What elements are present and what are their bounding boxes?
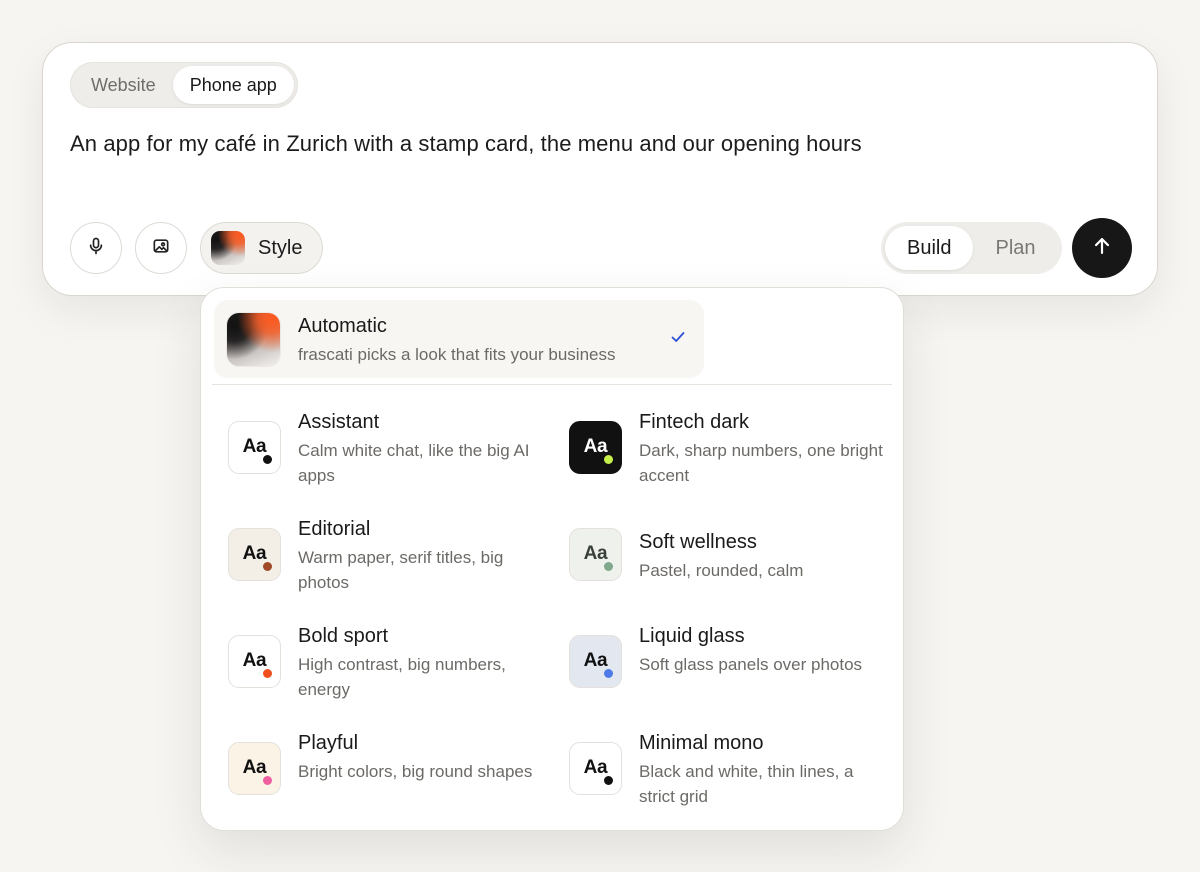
style-option-description: Warm paper, serif titles, big photos xyxy=(298,548,504,592)
style-option-description: High contrast, big numbers, energy xyxy=(298,655,506,699)
style-option-liquid-glass[interactable]: Aa Liquid glass Soft glass panels over p… xyxy=(569,625,899,735)
style-option-title: Assistant xyxy=(298,411,380,433)
style-option-description: Pastel, rounded, calm xyxy=(639,561,804,580)
style-sample-text: Aa xyxy=(242,756,267,778)
style-sample-text: Aa xyxy=(242,435,267,457)
style-dropdown-menu: Automatic frascati picks a look that fit… xyxy=(200,287,904,831)
style-option-description: Calm white chat, like the big AI apps xyxy=(298,441,530,485)
arrow-up-icon xyxy=(1091,235,1113,262)
style-option-minimal-mono[interactable]: Aa Minimal mono Black and white, thin li… xyxy=(569,732,899,842)
accent-dot xyxy=(263,455,272,464)
style-option-description: Dark, sharp numbers, one bright accent xyxy=(639,441,883,485)
style-option-title: Playful xyxy=(298,732,359,754)
accent-dot xyxy=(604,562,613,571)
style-option-description: Black and white, thin lines, a strict gr… xyxy=(639,762,854,806)
style-option-bold-sport[interactable]: Aa Bold sport High contrast, big numbers… xyxy=(228,625,558,735)
style-option-editorial[interactable]: Aa Editorial Warm paper, serif titles, b… xyxy=(228,518,558,628)
style-option-title: Bold sport xyxy=(298,625,389,647)
style-option-description: Bright colors, big round shapes xyxy=(298,762,533,781)
style-option-title: Fintech dark xyxy=(639,411,750,433)
style-preview-tile: Aa xyxy=(228,528,281,581)
microphone-icon xyxy=(86,236,106,261)
accent-dot xyxy=(263,669,272,678)
style-sample-text: Aa xyxy=(583,649,608,671)
style-option-title: Editorial xyxy=(298,518,371,540)
tab-website[interactable]: Website xyxy=(74,66,173,104)
automatic-style-swatch xyxy=(211,231,245,265)
accent-dot xyxy=(604,776,613,785)
style-option-playful[interactable]: Aa Playful Bright colors, big round shap… xyxy=(228,732,558,842)
style-preview-tile: Aa xyxy=(569,421,622,474)
style-sample-text: Aa xyxy=(583,435,608,457)
menu-divider xyxy=(212,384,892,385)
style-option-soft-wellness[interactable]: Aa Soft wellness Pastel, rounded, calm xyxy=(569,528,899,628)
prompt-input[interactable]: An app for my café in Zurich with a stam… xyxy=(70,131,862,157)
style-preview-tile: Aa xyxy=(228,421,281,474)
automatic-style-swatch xyxy=(227,313,280,366)
style-picker-button[interactable]: Style xyxy=(200,222,324,274)
mode-build[interactable]: Build xyxy=(885,226,974,270)
accent-dot xyxy=(604,669,613,678)
style-preview-tile: Aa xyxy=(569,742,622,795)
style-option-automatic[interactable]: Automatic frascati picks a look that fit… xyxy=(214,300,704,378)
accent-dot xyxy=(263,776,272,785)
style-option-description: frascati picks a look that fits your bus… xyxy=(298,345,616,364)
style-option-fintech-dark[interactable]: Aa Fintech dark Dark, sharp numbers, one… xyxy=(569,411,899,521)
style-option-description: Soft glass panels over photos xyxy=(639,655,863,674)
style-option-title: Soft wellness xyxy=(639,531,757,553)
image-icon xyxy=(151,236,171,261)
mode-plan[interactable]: Plan xyxy=(973,226,1057,270)
style-sample-text: Aa xyxy=(242,542,267,564)
style-option-title: Liquid glass xyxy=(639,625,745,647)
style-preview-tile: Aa xyxy=(569,635,622,688)
prompt-composer: Website Phone app An app for my café in … xyxy=(42,42,1158,296)
style-sample-text: Aa xyxy=(242,649,267,671)
checkmark-icon xyxy=(670,329,686,350)
style-option-assistant[interactable]: Aa Assistant Calm white chat, like the b… xyxy=(228,411,558,521)
style-preview-tile: Aa xyxy=(228,635,281,688)
accent-dot xyxy=(263,562,272,571)
style-button-label: Style xyxy=(258,236,303,259)
style-preview-tile: Aa xyxy=(569,528,622,581)
target-type-toggle: Website Phone app xyxy=(70,62,298,108)
send-button[interactable] xyxy=(1072,218,1132,278)
style-sample-text: Aa xyxy=(583,542,608,564)
mode-toggle: Build Plan xyxy=(881,222,1062,274)
accent-dot xyxy=(604,455,613,464)
style-sample-text: Aa xyxy=(583,756,608,778)
style-option-title: Minimal mono xyxy=(639,732,764,754)
attach-image-button[interactable] xyxy=(135,222,187,274)
tab-phone-app[interactable]: Phone app xyxy=(172,66,294,104)
style-preview-tile: Aa xyxy=(228,742,281,795)
voice-input-button[interactable] xyxy=(70,222,122,274)
style-option-title: Automatic xyxy=(298,315,387,337)
